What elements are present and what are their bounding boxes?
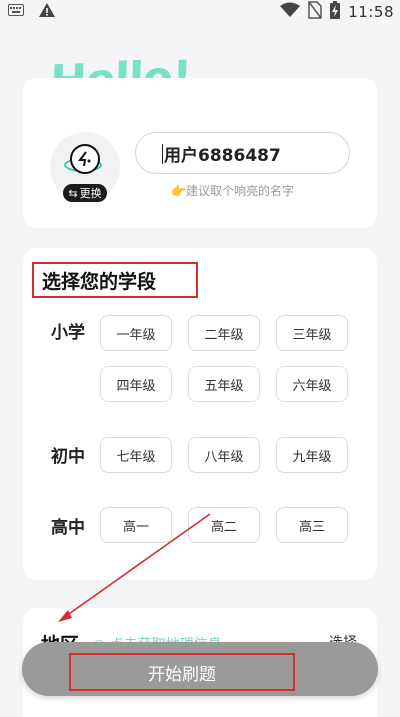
warning-icon xyxy=(38,2,56,22)
grade-button-11[interactable]: 高二 xyxy=(188,507,260,543)
status-bar: 11:58 xyxy=(0,0,400,24)
grade-section-title: 选择您的学段 xyxy=(32,262,198,298)
battery-charging-icon xyxy=(330,1,341,23)
grade-button-8[interactable]: 八年级 xyxy=(188,437,260,473)
keyboard-icon xyxy=(8,4,24,20)
swap-icon: ⇆ xyxy=(68,186,78,200)
wifi-icon xyxy=(280,2,301,22)
row-label-primary: 小学 xyxy=(51,323,85,343)
username-hint: 👉建议取个响亮的名字 xyxy=(171,184,294,198)
row-label-middle: 初中 xyxy=(51,447,85,467)
text-caret xyxy=(162,144,163,164)
grade-button-5[interactable]: 五年级 xyxy=(188,366,260,402)
change-avatar-button[interactable]: ⇆ 更换 xyxy=(63,184,107,202)
grade-button-3[interactable]: 三年级 xyxy=(276,315,348,351)
grade-card: 选择您的学段 小学 一年级 二年级 三年级 四年级 五年级 六年级 初中 七年级… xyxy=(23,248,377,580)
username-value: 用户6886487 xyxy=(164,145,281,166)
grade-button-12[interactable]: 高三 xyxy=(276,507,348,543)
grade-button-6[interactable]: 六年级 xyxy=(276,366,348,402)
grade-button-10[interactable]: 高一 xyxy=(100,507,172,543)
grade-button-9[interactable]: 九年级 xyxy=(276,437,348,473)
no-sim-icon xyxy=(308,1,323,23)
row-label-high: 高中 xyxy=(51,518,85,538)
profile-card: ⇆ 更换 用户6886487 👉建议取个响亮的名字 xyxy=(23,78,377,228)
avatar[interactable]: ⇆ 更换 xyxy=(50,132,120,202)
avatar-logo-icon xyxy=(70,144,100,174)
username-input[interactable]: 用户6886487 xyxy=(135,132,350,174)
change-avatar-label: 更换 xyxy=(79,187,102,200)
grade-button-2[interactable]: 二年级 xyxy=(188,315,260,351)
start-practice-button[interactable]: 开始刷题 xyxy=(69,653,295,691)
grade-button-7[interactable]: 七年级 xyxy=(100,437,172,473)
grade-button-1[interactable]: 一年级 xyxy=(100,315,172,351)
grade-button-4[interactable]: 四年级 xyxy=(100,366,172,402)
clock: 11:58 xyxy=(348,3,394,21)
